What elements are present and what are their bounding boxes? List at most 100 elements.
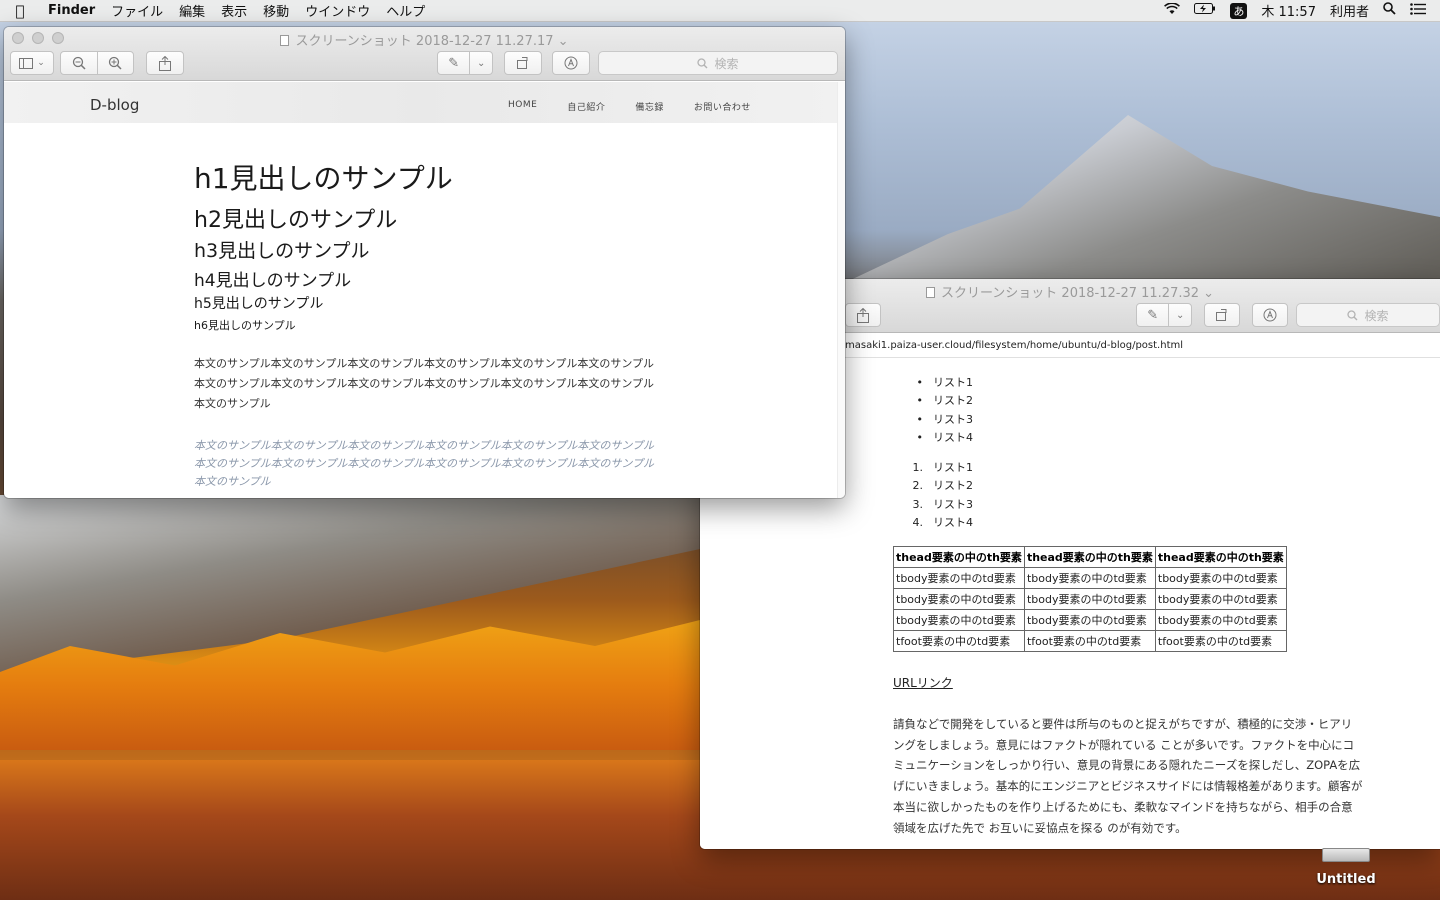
url-link: URLリンク (893, 676, 953, 690)
screenshot-content-1: D-blog HOME 自己紹介 備忘録 お問い合わせ h1見出しのサンプル h… (4, 82, 837, 498)
chevron-down-icon: ⌄ (37, 58, 45, 68)
window-1-titlebar[interactable]: スクリーンショット 2018-12-27 11.27.17 ⌄ ⌄ ✎ ⌄ 検索 (4, 27, 845, 81)
annotate-button[interactable] (1252, 303, 1288, 327)
zoom-in-icon (109, 56, 122, 70)
table-cell: tbody要素の中のtd要素 (893, 588, 1025, 610)
rotate-button[interactable] (504, 51, 542, 75)
markup-pen-icon (1263, 308, 1277, 322)
sample-table: thead要素の中のth要素 thead要素の中のth要素 thead要素の中の… (893, 546, 1287, 652)
table-cell: tbody要素の中のtd要素 (893, 609, 1025, 631)
menu-bar:  Finder ファイル 編集 表示 移動 ウインドウ ヘルプ あ 木 11:… (0, 0, 1440, 22)
sample-h3: h3見出しのサンプル (194, 240, 370, 262)
sample-h1: h1見出しのサンプル (194, 162, 453, 195)
zoom-in-button[interactable] (97, 56, 133, 70)
table-row: tbody要素の中のtd要素 tbody要素の中のtd要素 tbody要素の中の… (893, 609, 1287, 631)
list-item: • リスト1 (916, 376, 974, 389)
list-item: 4. リスト4 (912, 516, 974, 530)
share-button[interactable] (146, 51, 184, 75)
menu-view[interactable]: 表示 (213, 1, 255, 20)
apple-menu-icon[interactable]:  (0, 2, 40, 20)
markup-toolbar-button[interactable]: ✎ ⌄ (1136, 303, 1192, 327)
search-placeholder: 検索 (714, 56, 739, 71)
chevron-down-icon: ⌄ (477, 57, 486, 69)
search-field[interactable]: 検索 (1296, 303, 1440, 327)
rotate-button[interactable] (1204, 303, 1240, 327)
menu-status-area: あ 木 11:57 利用者 (1164, 1, 1440, 20)
sample-paragraph: 本文のサンプル本文のサンプル本文のサンプル本文のサンプル本文のサンプル本文のサン… (194, 357, 655, 410)
sample-h6: h6見出しのサンプル (194, 319, 296, 332)
blog-navbar: D-blog HOME 自己紹介 備忘録 お問い合わせ (4, 82, 837, 123)
notification-center-icon[interactable] (1410, 2, 1426, 19)
window-1-title: スクリーンショット 2018-12-27 11.27.17 ⌄ (4, 30, 845, 49)
share-button[interactable] (845, 303, 881, 327)
zoom-out-icon (72, 56, 86, 70)
table-header-cell: thead要素の中のth要素 (1023, 546, 1156, 568)
sample-h5: h5見出しのサンプル (194, 296, 324, 312)
scrollbar[interactable] (837, 82, 845, 498)
search-icon (1347, 309, 1358, 320)
table-cell: tbody要素の中のtd要素 (1023, 588, 1156, 610)
markup-toolbar-button[interactable]: ✎ ⌄ (437, 51, 493, 75)
table-cell: tbody要素の中のtd要素 (1154, 567, 1287, 589)
table-cell: tfoot要素の中のtd要素 (1023, 630, 1156, 652)
sidebar-view-button[interactable]: ⌄ (10, 51, 54, 75)
nav-about: 自己紹介 (567, 103, 606, 113)
sample-h4: h4見出しのサンプル (194, 271, 352, 291)
nav-notes: 備忘録 (635, 103, 664, 113)
table-cell: tbody要素の中のtd要素 (1154, 609, 1287, 631)
sidebar-icon (19, 57, 34, 69)
share-icon (159, 55, 171, 71)
table-cell: tbody要素の中のtd要素 (1154, 588, 1287, 610)
table-cell: tbody要素の中のtd要素 (893, 567, 1025, 589)
rotate-icon (517, 57, 528, 69)
share-icon (857, 307, 869, 323)
table-cell: tfoot要素の中のtd要素 (1154, 630, 1287, 652)
blog-nav-links: HOME 自己紹介 備忘録 お問い合わせ (508, 100, 751, 113)
table-cell: tbody要素の中のtd要素 (1023, 609, 1156, 631)
sample-h2: h2見出しのサンプル (194, 208, 398, 233)
body-paragraph: 請負などで開発をしていると要件は所与のものと捉えがちですが、積極的に交渉・ヒアリ… (893, 717, 1363, 835)
disk-drive-icon[interactable] (1322, 848, 1370, 862)
list-item: 1. リスト1 (912, 461, 974, 474)
sample-blockquote: 本文のサンプル本文のサンプル本文のサンプル本文のサンプル本文のサンプル本文のサン… (194, 439, 655, 488)
input-method-icon[interactable]: あ (1230, 2, 1248, 19)
search-icon (697, 57, 708, 68)
nav-home: HOME (508, 100, 538, 110)
table-header-cell: thead要素の中のth要素 (1154, 546, 1287, 568)
annotate-button[interactable] (552, 51, 590, 75)
menu-go[interactable]: 移動 (255, 1, 297, 20)
document-icon (925, 287, 935, 298)
menu-window[interactable]: ウインドウ (297, 1, 378, 20)
list-item: • リスト3 (916, 412, 974, 426)
pen-icon: ✎ (448, 55, 460, 71)
table-row: tbody要素の中のtd要素 tbody要素の中のtd要素 tbody要素の中の… (893, 588, 1287, 610)
chevron-down-icon: ⌄ (1176, 309, 1185, 321)
battery-icon[interactable] (1194, 3, 1216, 18)
rotate-icon (1216, 309, 1227, 321)
list-item: • リスト2 (916, 394, 974, 408)
pen-icon: ✎ (1147, 307, 1159, 323)
wifi-icon[interactable] (1164, 1, 1181, 19)
search-field[interactable]: 検索 (598, 51, 838, 75)
blog-brand: D-blog (90, 96, 140, 114)
menu-app-name[interactable]: Finder (40, 3, 103, 18)
menu-file[interactable]: ファイル (103, 1, 171, 20)
preview-window-1: スクリーンショット 2018-12-27 11.27.17 ⌄ ⌄ ✎ ⌄ 検索… (4, 27, 845, 498)
table-row: tbody要素の中のtd要素 tbody要素の中のtd要素 tbody要素の中の… (893, 567, 1287, 589)
spotlight-search-icon[interactable] (1383, 2, 1396, 19)
markup-pen-icon (564, 56, 578, 70)
menu-clock[interactable]: 木 11:57 (1261, 1, 1316, 20)
numbered-list: 1. リスト1 2. リスト2 3. リスト3 4. リスト4 (909, 459, 974, 533)
table-header-row: thead要素の中のth要素 thead要素の中のth要素 thead要素の中の… (893, 546, 1287, 568)
table-cell: tbody要素の中のtd要素 (1023, 567, 1156, 589)
list-item: 2. リスト2 (912, 479, 974, 493)
menu-help[interactable]: ヘルプ (378, 1, 433, 20)
table-cell: tfoot要素の中のtd要素 (893, 630, 1025, 652)
disk-label[interactable]: Untitled (1310, 872, 1382, 887)
list-item: • リスト4 (916, 431, 974, 445)
menu-edit[interactable]: 編集 (171, 1, 213, 20)
zoom-control (60, 51, 134, 75)
menu-user[interactable]: 利用者 (1330, 1, 1369, 20)
zoom-out-button[interactable] (61, 56, 97, 70)
nav-contact: お問い合わせ (693, 103, 751, 113)
